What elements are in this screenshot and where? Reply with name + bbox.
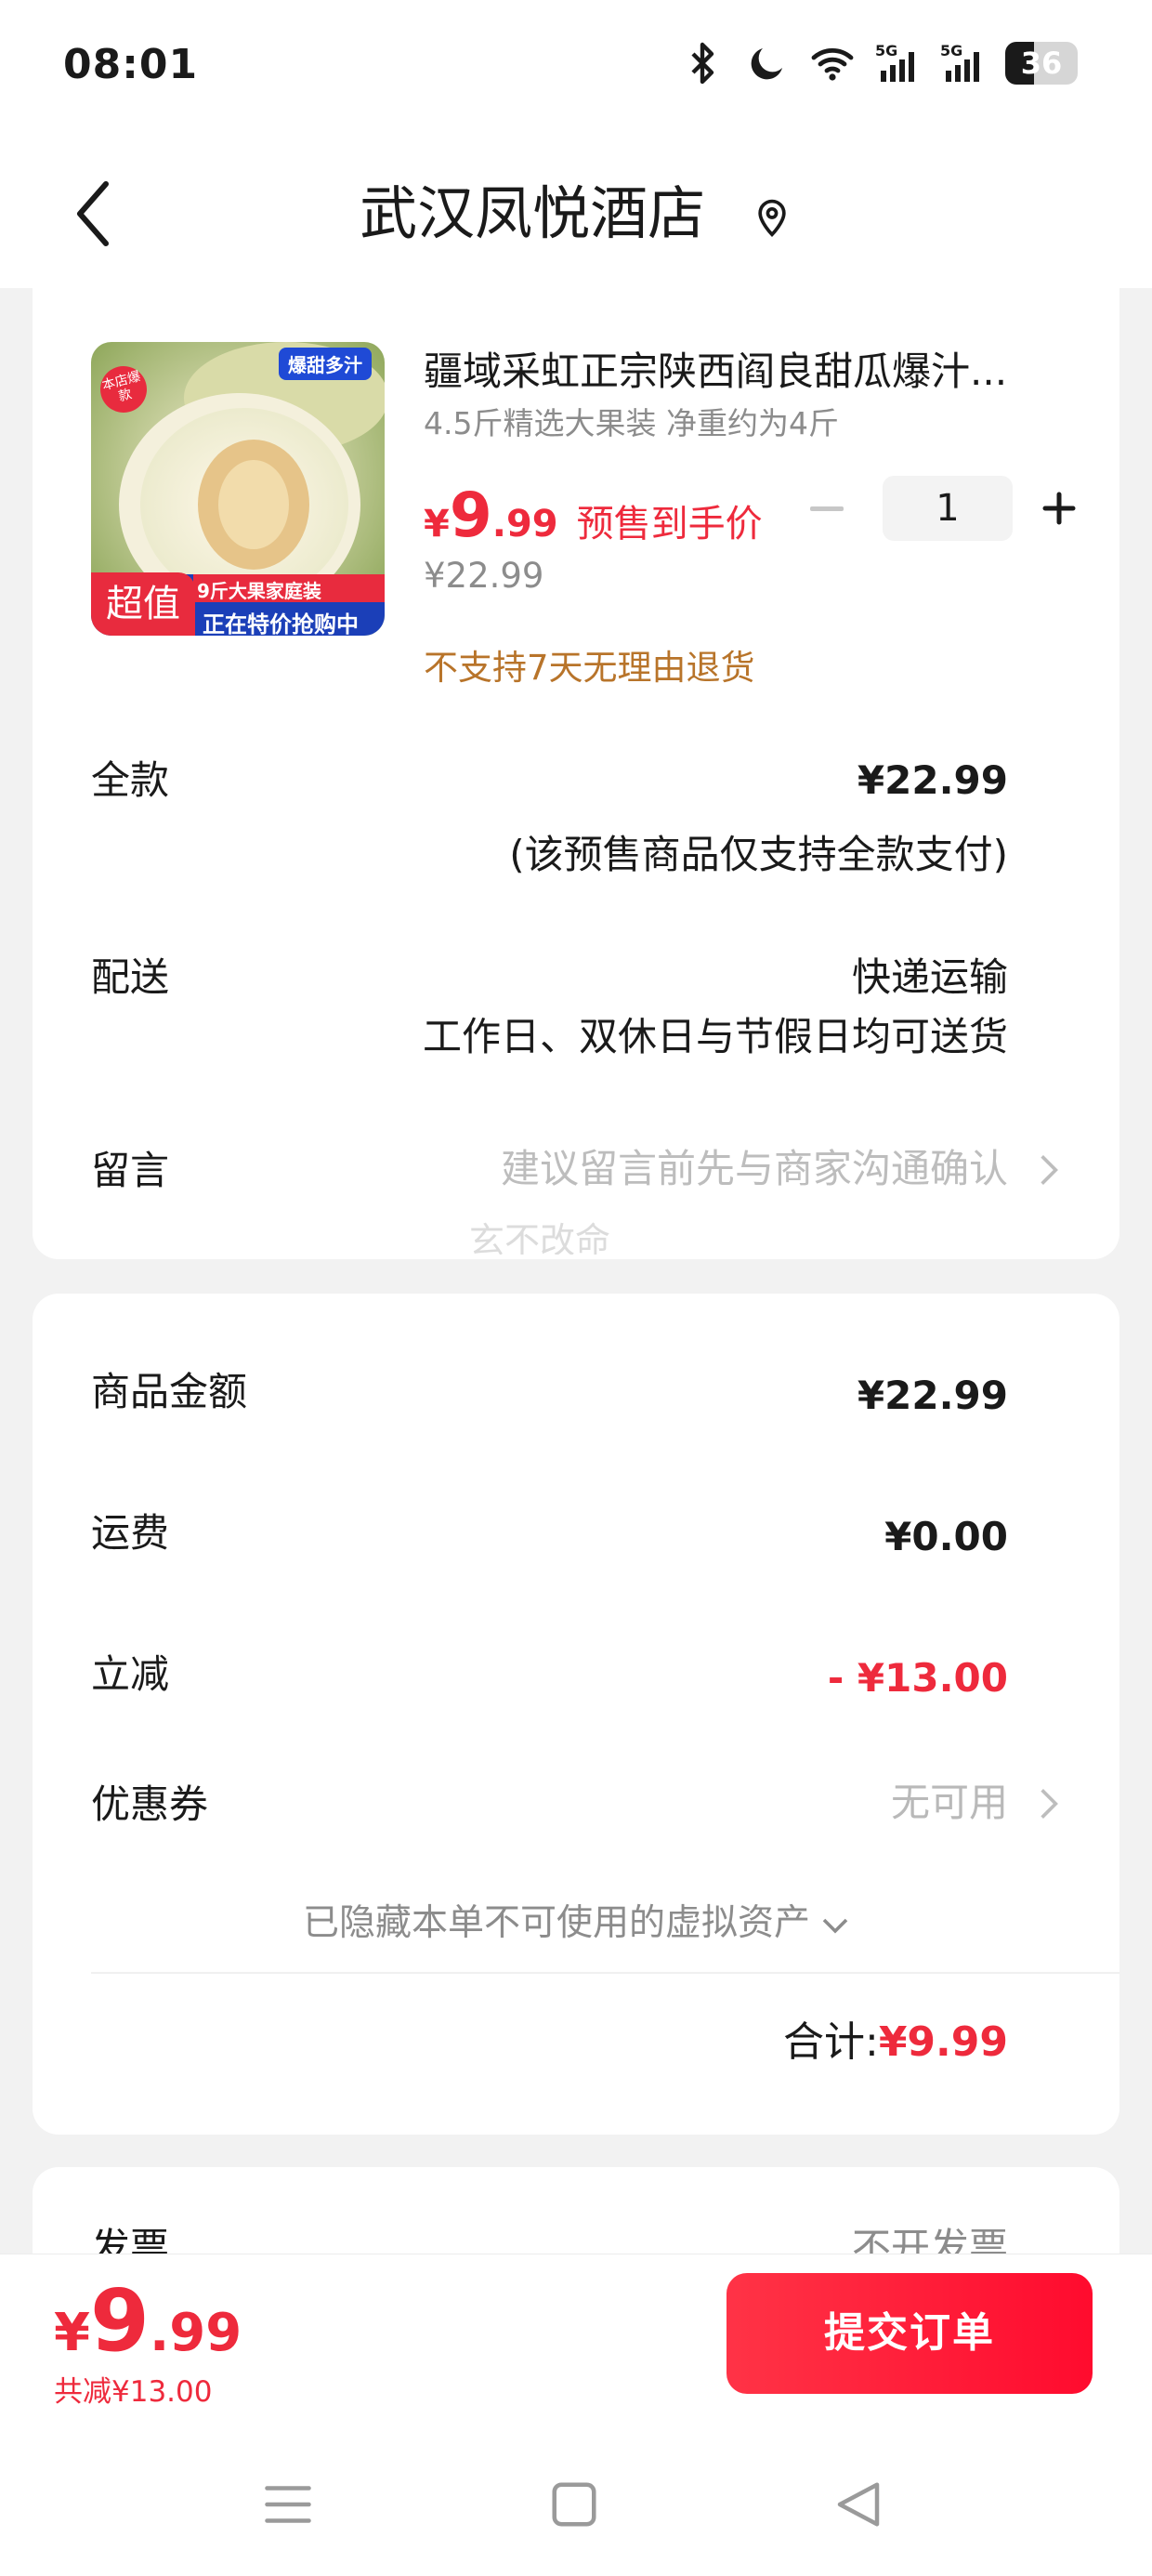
product-title[interactable]: 疆域采虹正宗陕西阎良甜瓜爆汁...	[424, 344, 1055, 400]
wifi-icon	[811, 47, 854, 81]
back-icon[interactable]	[831, 2477, 886, 2532]
battery-level: 36	[1020, 46, 1063, 81]
coupon-label: 优惠券	[91, 1781, 209, 1827]
5g-signal-icon: 5G	[940, 42, 979, 82]
price-decimal: .99	[491, 503, 558, 545]
svg-text:5G: 5G	[875, 42, 897, 59]
presale-price: ¥ 9 .99 预售到手价	[424, 483, 763, 548]
menu-icon[interactable]	[260, 2477, 316, 2532]
full-payment-note: (该预售商品仅支持全款支付)	[509, 832, 1008, 877]
store-name: 武汉凤悦酒店	[360, 179, 706, 247]
payable-price: ¥ 9 .99	[54, 2275, 242, 2368]
hidden-assets-text: 已隐藏本单不可使用的虚拟资产	[302, 1902, 810, 1944]
nav-bar: 武汉凤悦酒店	[0, 139, 1152, 288]
page-title[interactable]: 武汉凤悦酒店	[0, 177, 1152, 251]
chevron-down-icon	[822, 1918, 848, 1934]
payable-decimal: .99	[149, 2303, 242, 2363]
increase-quantity-button[interactable]	[1031, 476, 1087, 541]
divider	[91, 1972, 1119, 1974]
product-spec: 4.5斤精选大果装 净重约为4斤	[424, 405, 839, 441]
image-badge: 超值	[91, 572, 195, 636]
message-input[interactable]: 建议留言前先与商家沟通确认	[501, 1141, 1008, 1197]
total-savings: 共减¥13.00	[54, 2375, 213, 2409]
order-total: 合计:¥9.99	[783, 2015, 1008, 2070]
image-tag-top: 爆甜多汁	[279, 348, 372, 380]
hidden-assets-toggle[interactable]: 已隐藏本单不可使用的虚拟资产	[0, 1896, 1152, 1952]
delivery-label: 配送	[91, 954, 170, 1000]
full-payment-label: 全款	[91, 757, 170, 803]
original-price: ¥22.99	[424, 556, 544, 596]
status-icons: 5G 5G 36	[680, 37, 1078, 89]
discount-label: 立减	[91, 1651, 170, 1697]
delivery-note: 工作日、双休日与节假日均可送货	[422, 1014, 1008, 1059]
coupon-value[interactable]: 无可用	[891, 1775, 1008, 1831]
moon-icon	[751, 48, 782, 80]
shipping-label: 运费	[91, 1510, 170, 1556]
battery-icon: 36	[1005, 42, 1078, 85]
chevron-right-icon	[1041, 1789, 1058, 1819]
total-label: 合计:	[782, 2018, 879, 2066]
goods-amount-value: ¥22.99	[857, 1373, 1008, 1418]
image-banner-bottom: 正在特价抢购中	[203, 611, 359, 636]
home-icon[interactable]	[546, 2477, 602, 2532]
message-label: 留言	[91, 1148, 170, 1193]
chevron-right-icon	[1041, 1155, 1058, 1185]
price-symbol: ¥	[424, 503, 450, 545]
shipping-value: ¥0.00	[884, 1514, 1008, 1559]
decrease-quantity-button[interactable]	[799, 476, 855, 541]
minus-icon	[810, 506, 844, 511]
bluetooth-icon	[691, 42, 714, 85]
presale-label: 预售到手价	[576, 503, 763, 545]
status-time: 08:01	[63, 41, 199, 88]
quantity-stepper: 1	[799, 476, 1087, 541]
product-image[interactable]: 爆甜多汁 本店爆款 超值 9斤大果家庭装 正在特价抢购中	[91, 342, 385, 636]
image-banner-top: 9斤大果家庭装	[197, 580, 321, 602]
goods-amount-label: 商品金额	[91, 1369, 248, 1414]
return-policy-note: 不支持7天无理由退货	[424, 648, 755, 688]
location-pin-icon	[758, 199, 786, 237]
5g-signal-icon: 5G	[875, 42, 914, 82]
plus-icon	[1042, 492, 1076, 525]
submit-order-button[interactable]: 提交订单	[727, 2273, 1093, 2394]
svg-text:5G: 5G	[940, 42, 962, 59]
delivery-method: 快递运输	[851, 954, 1008, 1000]
discount-value: - ¥13.00	[827, 1655, 1008, 1701]
total-value: ¥9.99	[878, 2018, 1008, 2066]
payable-symbol: ¥	[54, 2303, 90, 2363]
payable-integer: 9	[89, 2271, 150, 2371]
full-payment-value: ¥22.99	[857, 757, 1008, 803]
quantity-input[interactable]: 1	[883, 476, 1013, 541]
price-integer: 9	[449, 480, 492, 551]
message-overflow-text: 玄不改命	[469, 1220, 611, 1255]
